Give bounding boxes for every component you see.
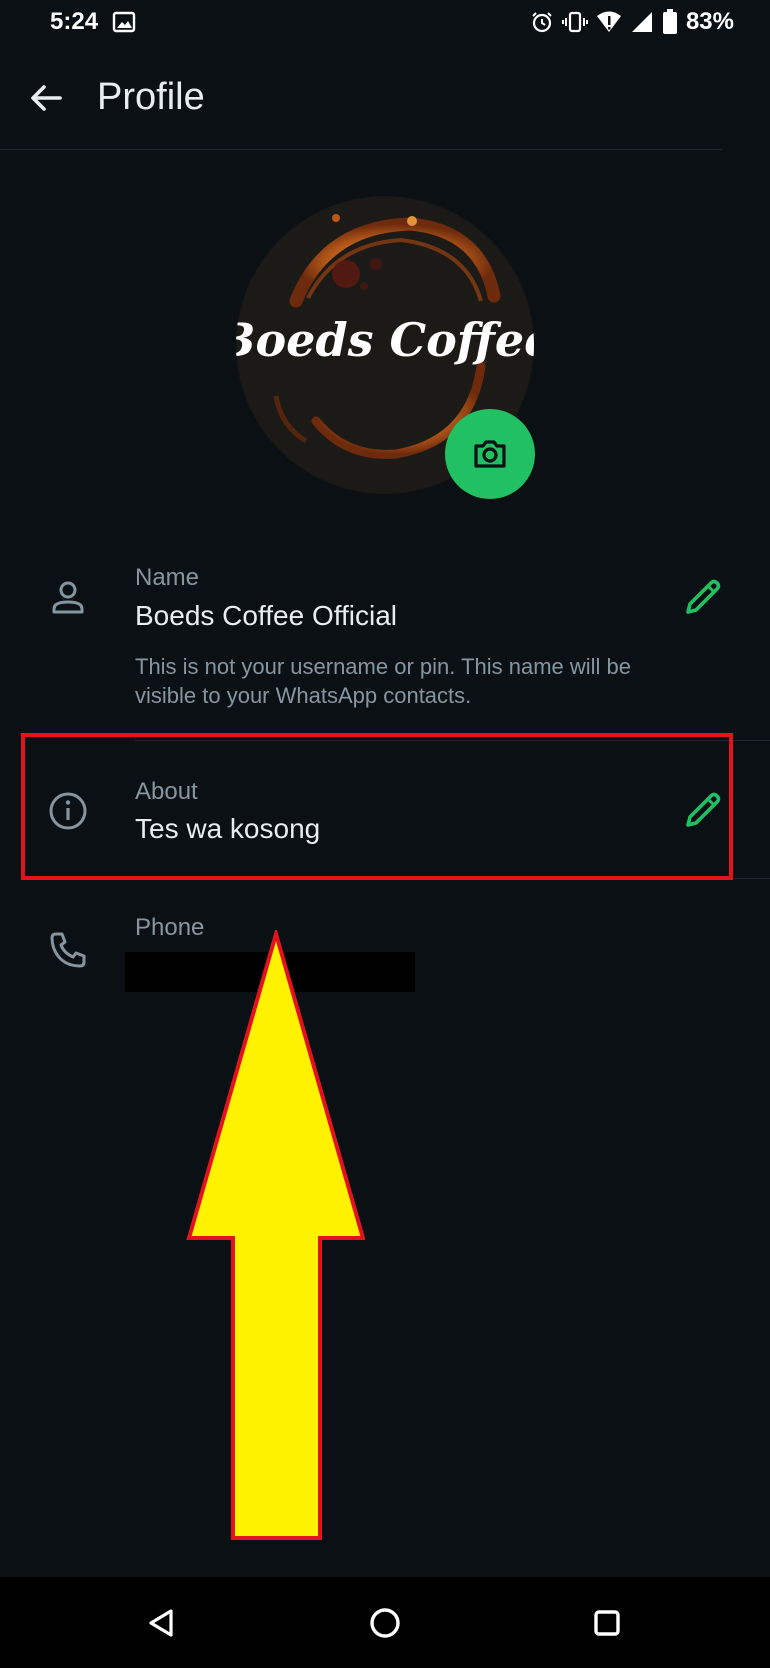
- person-icon: [44, 574, 92, 622]
- camera-icon[interactable]: [445, 409, 535, 499]
- wifi-icon: [596, 10, 622, 34]
- status-bar: 5:24 83%: [0, 0, 770, 48]
- recents-square-icon[interactable]: [581, 1597, 633, 1649]
- signal-icon: [630, 10, 654, 34]
- app-bar: Profile: [0, 50, 770, 148]
- phone-icon: [44, 926, 92, 974]
- status-time: 5:24: [50, 8, 99, 35]
- status-icons: 83%: [530, 8, 734, 36]
- system-navigation-bar: [0, 1577, 770, 1668]
- gallery-icon: [112, 10, 136, 39]
- arrow-left-icon[interactable]: [26, 78, 66, 118]
- vibrate-icon: [561, 10, 588, 34]
- home-circle-icon[interactable]: [359, 1597, 411, 1649]
- edit-name-pencil-icon[interactable]: [680, 574, 726, 620]
- page-title: Profile: [97, 76, 205, 118]
- name-row[interactable]: Name Boeds Coffee Official This is not y…: [0, 560, 770, 740]
- alarm-icon: [530, 10, 554, 34]
- app-bar-divider: [0, 149, 722, 150]
- avatar-logo-text: Boeds Coffee: [236, 313, 534, 367]
- annotation-highlight-box: [21, 733, 733, 880]
- name-hint: This is not your username or pin. This n…: [135, 654, 632, 708]
- name-value: Boeds Coffee Official: [135, 600, 398, 631]
- annotation-arrow: [185, 926, 366, 1547]
- battery-percentage: 83%: [685, 8, 734, 35]
- name-label: Name: [135, 564, 200, 591]
- back-triangle-icon[interactable]: [136, 1597, 188, 1649]
- battery-icon: [662, 9, 678, 35]
